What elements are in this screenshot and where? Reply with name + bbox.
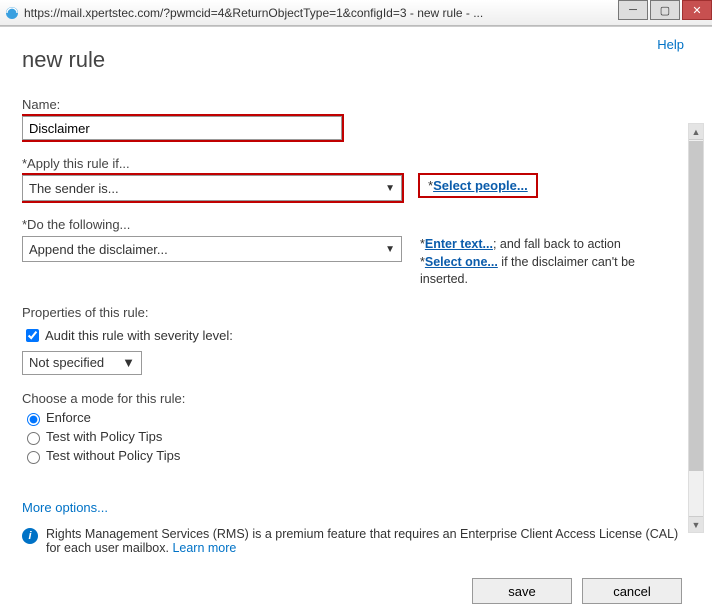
do-following-selected: Append the disclaimer... (29, 242, 168, 257)
name-label: Name: (22, 97, 682, 112)
chevron-down-icon: ▼ (122, 355, 135, 370)
do-following-dropdown[interactable]: Append the disclaimer... ▼ (22, 236, 402, 262)
window-close-button[interactable]: ✕ (682, 0, 712, 20)
rms-info-text: Rights Management Services (RMS) is a pr… (46, 527, 682, 555)
mode-test-tips-radio[interactable]: Test with Policy Tips (22, 429, 682, 445)
audit-label: Audit this rule with severity level: (45, 328, 233, 343)
window-title: https://mail.xpertstec.com/?pwmcid=4&Ret… (24, 6, 616, 20)
learn-more-link[interactable]: Learn more (172, 541, 236, 555)
window-maximize-button[interactable]: ▢ (650, 0, 680, 20)
select-one-link[interactable]: Select one... (425, 255, 498, 269)
ie-favicon (4, 5, 20, 21)
help-link[interactable]: Help (657, 37, 684, 52)
chevron-down-icon: ▼ (385, 183, 395, 194)
mode-test-notips-radio[interactable]: Test without Policy Tips (22, 448, 682, 464)
page-title: new rule (22, 47, 690, 73)
popup-body: Help new rule Name: *Apply this rule if.… (0, 26, 712, 614)
severity-dropdown[interactable]: Not specified ▼ (22, 351, 142, 375)
save-button[interactable]: save (472, 578, 572, 604)
cancel-button[interactable]: cancel (582, 578, 682, 604)
window-titlebar: https://mail.xpertstec.com/?pwmcid=4&Ret… (0, 0, 712, 26)
apply-if-label: *Apply this rule if... (22, 156, 682, 171)
properties-label: Properties of this rule: (22, 305, 682, 320)
mode-enforce-radio[interactable]: Enforce (22, 410, 682, 426)
vertical-scrollbar[interactable]: ▲ ▼ (688, 123, 704, 533)
more-options-link[interactable]: More options... (22, 500, 108, 515)
window-minimize-button[interactable]: ─ (618, 0, 648, 20)
apply-if-dropdown[interactable]: The sender is... ▼ (22, 175, 402, 201)
do-following-label: *Do the following... (22, 217, 682, 232)
enter-text-link[interactable]: Enter text... (425, 237, 493, 251)
chevron-down-icon: ▼ (385, 244, 395, 255)
severity-selected: Not specified (29, 355, 104, 370)
do-following-side-text: *Enter text...; and fall back to action … (420, 236, 640, 289)
scroll-up-button[interactable]: ▲ (689, 124, 703, 140)
apply-if-selected: The sender is... (29, 181, 119, 196)
scroll-thumb[interactable] (689, 141, 703, 471)
audit-checkbox[interactable] (26, 329, 39, 342)
info-icon: i (22, 528, 38, 544)
mode-label: Choose a mode for this rule: (22, 391, 682, 406)
rule-name-input[interactable] (22, 116, 342, 140)
select-people-link[interactable]: Select people... (433, 178, 528, 193)
scroll-down-button[interactable]: ▼ (689, 516, 703, 532)
